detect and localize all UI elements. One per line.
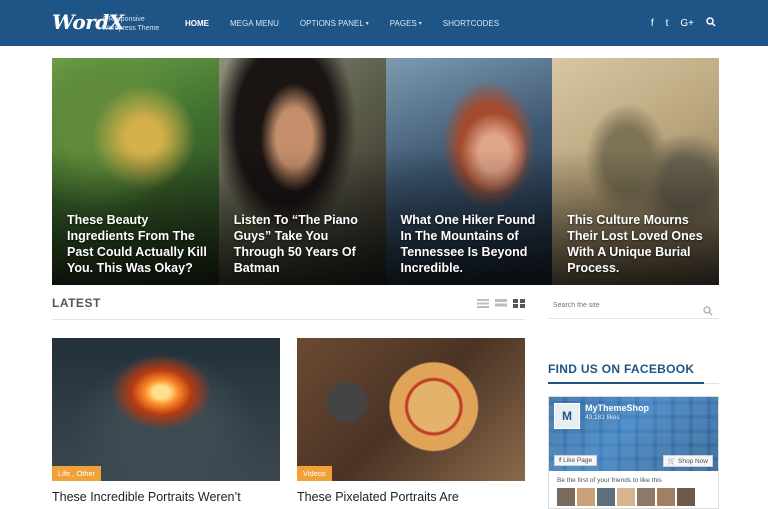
social-links: f t G+ bbox=[651, 0, 716, 46]
grid-view-icon[interactable] bbox=[513, 299, 525, 308]
twitter-icon[interactable]: t bbox=[666, 18, 669, 29]
latest-section-header: LATEST bbox=[52, 296, 525, 320]
featured-post[interactable]: These Beauty Ingredients From The Past C… bbox=[52, 58, 219, 285]
rows-view-icon[interactable] bbox=[495, 299, 507, 308]
nav-label: HOME bbox=[185, 18, 209, 28]
category-badge[interactable]: Videos bbox=[297, 466, 332, 481]
facebook-icon: f bbox=[559, 457, 562, 464]
facebook-page-box: M MyThemeShop 43,181 likes f Like Page 🛒… bbox=[548, 396, 719, 509]
nav-item-mega-menu[interactable]: MEGA MENU bbox=[230, 19, 279, 28]
avatar[interactable] bbox=[677, 488, 695, 506]
featured-title[interactable]: What One Hiker Found In The Mountains of… bbox=[401, 212, 545, 276]
featured-title[interactable]: These Beauty Ingredients From The Past C… bbox=[67, 212, 211, 276]
cart-icon: 🛒 bbox=[667, 458, 676, 465]
nav-item-shortcodes[interactable]: SHORTCODES bbox=[443, 19, 499, 28]
avatar[interactable] bbox=[637, 488, 655, 506]
button-label: Shop Now bbox=[678, 457, 708, 465]
post-thumbnail[interactable]: Life , Other bbox=[52, 338, 280, 481]
fb-page-name[interactable]: MyThemeShop bbox=[585, 403, 649, 413]
facebook-icon[interactable]: f bbox=[651, 18, 654, 29]
featured-title[interactable]: This Culture Mourns Their Lost Loved One… bbox=[567, 212, 711, 276]
facebook-widget-header: FIND US ON FACEBOOK bbox=[548, 362, 719, 384]
search-icon[interactable] bbox=[706, 16, 716, 30]
nav-label: MEGA MENU bbox=[230, 18, 279, 28]
list-view-icon[interactable] bbox=[477, 299, 489, 308]
search-input[interactable] bbox=[553, 302, 693, 309]
featured-posts: These Beauty Ingredients From The Past C… bbox=[52, 58, 719, 285]
post-card[interactable]: Videos These Pixelated Portraits Are bbox=[297, 338, 525, 504]
nav-label: PAGES bbox=[389, 18, 417, 28]
nav-item-home[interactable]: HOME bbox=[185, 19, 209, 28]
featured-post[interactable]: Listen To “The Piano Guys” Take You Thro… bbox=[218, 58, 386, 285]
nav-label: SHORTCODES bbox=[442, 18, 500, 28]
featured-post[interactable]: This Culture Mourns Their Lost Loved One… bbox=[552, 58, 719, 285]
avatar[interactable] bbox=[657, 488, 675, 506]
avatar[interactable] bbox=[557, 488, 575, 506]
post-title[interactable]: These Pixelated Portraits Are bbox=[297, 490, 525, 504]
shop-now-button[interactable]: 🛒 Shop Now bbox=[662, 455, 713, 467]
google-plus-icon[interactable]: G+ bbox=[680, 18, 694, 29]
friend-avatars bbox=[557, 488, 695, 506]
featured-post[interactable]: What One Hiker Found In The Mountains of… bbox=[385, 58, 553, 285]
section-title: LATEST bbox=[52, 296, 101, 310]
like-page-button[interactable]: f Like Page bbox=[554, 455, 598, 466]
avatar[interactable] bbox=[597, 488, 615, 506]
post-thumbnail[interactable]: Videos bbox=[297, 338, 525, 481]
post-card[interactable]: Life , Other These Incredible Portraits … bbox=[52, 338, 280, 504]
chevron-down-icon: ▾ bbox=[418, 20, 422, 27]
facebook-cover[interactable]: M MyThemeShop 43,181 likes f Like Page 🛒… bbox=[549, 397, 718, 471]
nav-item-pages[interactable]: PAGES ▾ bbox=[390, 19, 422, 28]
post-title[interactable]: These Incredible Portraits Weren’t bbox=[52, 490, 280, 504]
nav-item-options-panel[interactable]: OPTIONS PANEL ▾ bbox=[300, 19, 369, 28]
nav-label: OPTIONS PANEL bbox=[299, 18, 364, 28]
main-nav: HOME MEGA MENU OPTIONS PANEL ▾ PAGES ▾ S… bbox=[185, 0, 520, 46]
avatar[interactable] bbox=[577, 488, 595, 506]
fb-friends-text: Be the first of your friends to like thi… bbox=[557, 477, 662, 484]
site-header: WordX A Responsive Wordpress Theme HOME … bbox=[0, 0, 768, 46]
category-badge[interactable]: Life , Other bbox=[52, 466, 102, 481]
site-tagline: A Responsive Wordpress Theme bbox=[102, 16, 160, 32]
button-label: Like Page bbox=[563, 457, 593, 464]
avatar[interactable] bbox=[617, 488, 635, 506]
search-icon[interactable] bbox=[703, 303, 713, 316]
featured-title[interactable]: Listen To “The Piano Guys” Take You Thro… bbox=[234, 212, 378, 276]
chevron-down-icon: ▾ bbox=[365, 20, 369, 27]
view-toggles bbox=[477, 299, 525, 308]
page-avatar[interactable]: M bbox=[554, 403, 580, 429]
sidebar-search bbox=[548, 297, 719, 319]
widget-title: FIND US ON FACEBOOK bbox=[548, 362, 695, 376]
fb-likes-count: 43,181 likes bbox=[585, 414, 620, 421]
